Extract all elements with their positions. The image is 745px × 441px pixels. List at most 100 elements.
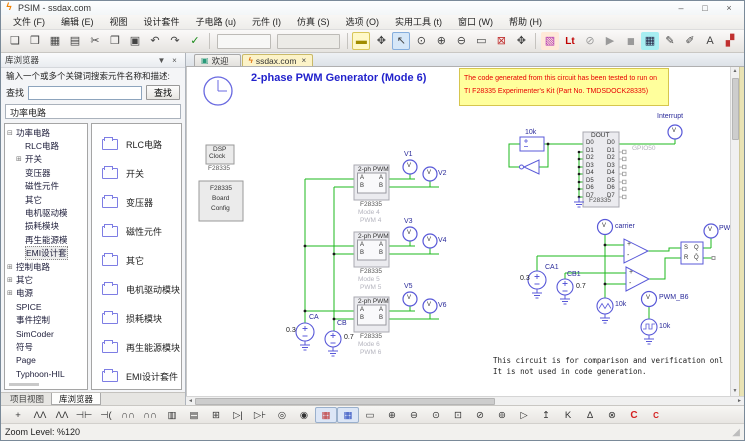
menu-item[interactable]: 子电路 (u)	[188, 15, 245, 30]
toolbar-combo-2[interactable]	[277, 34, 340, 49]
elem-triangle-source-icon[interactable]: ⊘	[469, 407, 491, 423]
scroll-left-icon[interactable]: ◄	[186, 398, 195, 404]
menu-item[interactable]: 帮助 (H)	[501, 15, 550, 30]
simview-icon[interactable]: ▧	[541, 32, 559, 50]
elem-resistor-icon[interactable]: ΛΛ	[29, 407, 51, 423]
tree-item[interactable]: 事件控制	[7, 313, 87, 326]
tree-expand-icon[interactable]: ⊞	[7, 289, 16, 297]
scroll-right-icon[interactable]: ►	[735, 398, 744, 404]
horizontal-scrollbar[interactable]: ◄ ►	[186, 396, 744, 405]
tree-item[interactable]: Page	[7, 354, 87, 367]
pan-icon[interactable]: ✥	[512, 32, 530, 50]
new-file-icon[interactable]: ❏	[6, 32, 24, 50]
sidebar-tab[interactable]: 库浏览器	[51, 393, 101, 405]
elem-transformer-icon[interactable]: ▥	[161, 407, 183, 423]
highlight-pen-icon[interactable]: ✐	[681, 32, 699, 50]
redo-icon[interactable]: ↷	[166, 32, 184, 50]
elem-square-source-icon[interactable]: ⊡	[447, 407, 469, 423]
schematic-canvas[interactable]: The code generated from this circuit has…	[186, 67, 730, 396]
print-icon[interactable]: ▤	[66, 32, 84, 50]
c-code-icon[interactable]: ▞	[721, 32, 739, 50]
elem-wire-icon[interactable]: +	[7, 407, 29, 423]
elem-voltmeter-icon[interactable]: ◎	[271, 407, 293, 423]
zoom-in-icon[interactable]: ⊕	[432, 32, 450, 50]
menu-item[interactable]: 设计套件	[136, 15, 188, 30]
fit-page-icon[interactable]: ▭	[472, 32, 490, 50]
elem-opamp-icon[interactable]: ▷	[513, 407, 535, 423]
tree-expand-icon[interactable]: ⊟	[7, 129, 16, 137]
tree-item[interactable]: ⊞ 电源	[7, 287, 87, 300]
menu-item[interactable]: 文件 (F)	[5, 15, 53, 30]
tree-item[interactable]: 其它	[7, 193, 87, 206]
elem-dc-source2-icon[interactable]: ⊖	[403, 407, 425, 423]
minimize-icon[interactable]: –	[669, 2, 693, 15]
elem-block-icon[interactable]: ▭	[359, 407, 381, 423]
resize-grip[interactable]: ◢	[732, 427, 740, 438]
elem-transducer-icon[interactable]: Δ	[579, 407, 601, 423]
folder-item[interactable]: 磁性元件	[102, 217, 181, 246]
panel-close-icon[interactable]: ×	[168, 56, 181, 65]
tree-item[interactable]: 损耗模块	[7, 220, 87, 233]
menu-item[interactable]: 编辑 (E)	[53, 15, 102, 30]
panel-menu-icon[interactable]: ▼	[155, 56, 168, 65]
folder-item[interactable]: EMI设计套件	[102, 362, 181, 390]
menu-item[interactable]: 仿真 (S)	[289, 15, 338, 30]
run-simulation-icon[interactable]: ▶	[601, 32, 619, 50]
tree-item[interactable]: EMI设计套	[7, 247, 87, 260]
folder-item[interactable]: 其它	[102, 246, 181, 275]
pause-simulation-icon[interactable]: ▮▮	[621, 32, 639, 50]
vertical-scrollbar[interactable]: ▲ ▼	[730, 67, 739, 396]
tree-item[interactable]: 变压器	[7, 166, 87, 179]
library-tree[interactable]: ⊟ 功率电路 RLC电路 ⊞ 开关 变压器 磁性元件	[4, 123, 88, 390]
folder-item[interactable]: 损耗模块	[102, 304, 181, 333]
elem-e-capacitor-icon[interactable]: ⊣(	[95, 407, 117, 423]
tree-item[interactable]: 再生能源模	[7, 233, 87, 246]
search-input[interactable]	[28, 86, 142, 100]
zoom-out-icon[interactable]: ⊖	[452, 32, 470, 50]
close-icon[interactable]: ×	[717, 2, 741, 15]
zoom-icon[interactable]: ⊙	[412, 32, 430, 50]
tree-expand-icon[interactable]: ⊞	[16, 155, 25, 163]
tree-item[interactable]: ⊞ 控制电路	[7, 260, 87, 273]
zoom-area-icon[interactable]: ⊠	[492, 32, 510, 50]
tree-item[interactable]: Typhoon-HIL	[7, 367, 87, 380]
document-tab[interactable]: ▣ 欢迎	[194, 54, 241, 66]
tree-item[interactable]: ⊞ 开关	[7, 153, 87, 166]
tree-item[interactable]: 电机驱动模	[7, 206, 87, 219]
elem-gain-icon[interactable]: K	[557, 407, 579, 423]
elem-c-script-icon[interactable]: C	[623, 407, 645, 423]
tree-expand-icon[interactable]: ⊞	[7, 276, 16, 284]
elem-subcircuit-icon[interactable]: ⊞	[205, 407, 227, 423]
copy-icon[interactable]: ❐	[106, 32, 124, 50]
tree-item-power-circuit[interactable]: ⊟ 功率电路	[7, 126, 87, 139]
hand-tool-icon[interactable]: ✥	[372, 32, 390, 50]
horizontal-scroll-thumb[interactable]	[195, 398, 495, 405]
tab-close-icon[interactable]: ×	[301, 56, 306, 65]
menu-item[interactable]: 实用工具 (t)	[387, 15, 450, 30]
text-tool-icon[interactable]: A	[701, 32, 719, 50]
elem-c-block-icon[interactable]: C	[645, 407, 667, 423]
tree-item[interactable]: 磁性元件	[7, 180, 87, 193]
tree-item[interactable]: ⊞ 其它	[7, 273, 87, 286]
runtime-graph-icon[interactable]: ▦	[641, 32, 659, 50]
search-button[interactable]: 查找	[146, 85, 180, 100]
tree-item[interactable]: SPICE	[7, 300, 87, 313]
folder-item[interactable]: 开关	[102, 159, 181, 188]
library-folder-list[interactable]: RLC电路 开关 变压器 磁性元件 其它	[91, 123, 182, 390]
elem-transformer-3w-icon[interactable]: ▤	[183, 407, 205, 423]
paste-icon[interactable]: ▣	[126, 32, 144, 50]
tree-expand-icon[interactable]: ⊞	[7, 263, 16, 271]
select-pointer-icon[interactable]: ↖	[392, 32, 410, 50]
lt-spice-icon[interactable]: Lt	[561, 32, 579, 50]
menu-item[interactable]: 视图	[102, 15, 136, 30]
elem-dc-source-icon[interactable]: ⊕	[381, 407, 403, 423]
elem-diode-icon[interactable]: ▷|	[227, 407, 249, 423]
elem-thyristor-icon[interactable]: ▷⊦	[249, 407, 271, 423]
menu-item[interactable]: 选项 (O)	[338, 15, 388, 30]
toolbar-combo-1[interactable]	[217, 34, 271, 49]
category-select[interactable]: 功率电路	[5, 104, 181, 119]
document-tab[interactable]: ϟ ssdax.com ×	[242, 54, 314, 66]
folder-item[interactable]: 电机驱动模块	[102, 275, 181, 304]
pen-icon[interactable]: ✎	[661, 32, 679, 50]
undo-icon[interactable]: ↶	[146, 32, 164, 50]
